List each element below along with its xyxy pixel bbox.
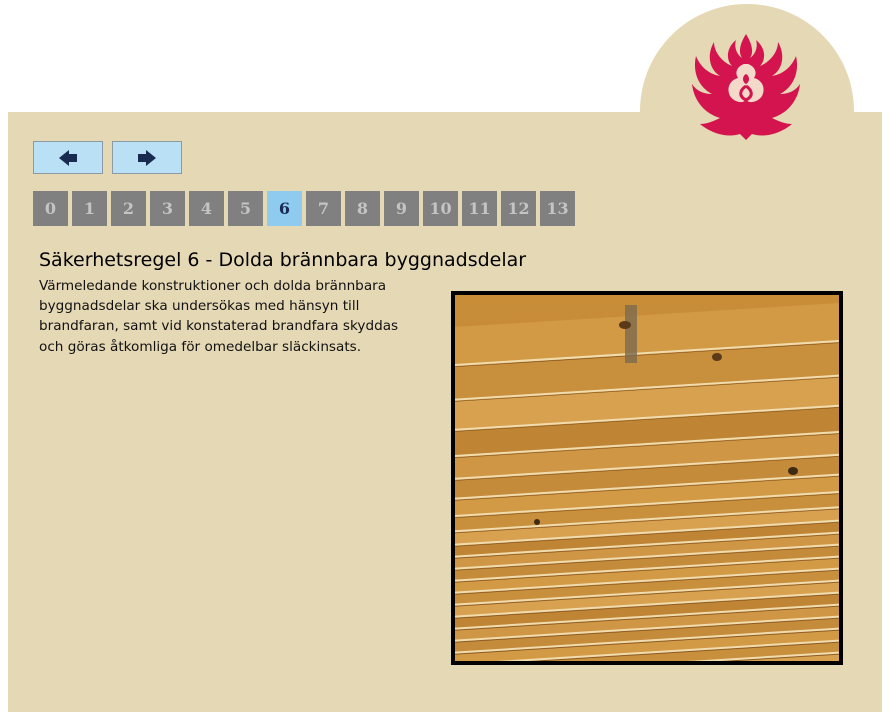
page-selector: 0 1 2 3 4 5 6 7 8 9 10 11 12 13 — [33, 191, 579, 226]
wooden-ceiling-photo — [451, 291, 843, 665]
page-button-0[interactable]: 0 — [33, 191, 68, 226]
rule-description: Värmeledande konstruktioner och dolda br… — [39, 278, 399, 355]
page-button-9[interactable]: 9 — [384, 191, 419, 226]
arrow-left-icon — [59, 149, 77, 166]
page-button-4[interactable]: 4 — [189, 191, 224, 226]
page-title: Säkerhetsregel 6 - Dolda brännbara byggn… — [39, 249, 527, 271]
page-button-12[interactable]: 12 — [501, 191, 536, 226]
page-button-11[interactable]: 11 — [462, 191, 497, 226]
page-button-7[interactable]: 7 — [306, 191, 341, 226]
arrow-right-icon — [138, 149, 156, 166]
page-button-6[interactable]: 6 — [267, 191, 302, 226]
next-button[interactable] — [112, 141, 182, 174]
page-button-3[interactable]: 3 — [150, 191, 185, 226]
page-button-10[interactable]: 10 — [423, 191, 458, 226]
previous-button[interactable] — [33, 141, 103, 174]
page-button-8[interactable]: 8 — [345, 191, 380, 226]
page-button-5[interactable]: 5 — [228, 191, 263, 226]
phoenix-logo-icon — [688, 30, 804, 142]
page-button-1[interactable]: 1 — [72, 191, 107, 226]
page-button-2[interactable]: 2 — [111, 191, 146, 226]
page-button-13[interactable]: 13 — [540, 191, 575, 226]
